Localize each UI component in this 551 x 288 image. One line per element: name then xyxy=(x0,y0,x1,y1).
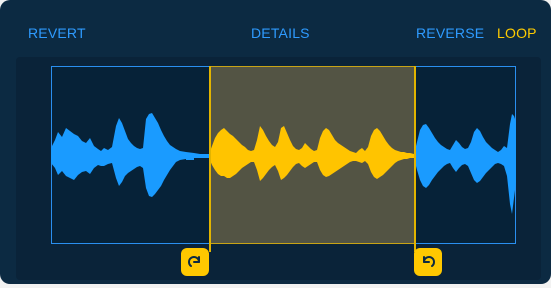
loop-end-handle[interactable] xyxy=(414,248,442,276)
waveform-loop xyxy=(209,126,414,181)
loop-start-arrow-icon xyxy=(188,256,200,267)
waveform-post-loop xyxy=(414,114,516,214)
loop-end-line[interactable] xyxy=(414,66,416,252)
waveform xyxy=(51,113,516,214)
loop-start-line[interactable] xyxy=(209,66,211,252)
waveform-pre-loop xyxy=(51,113,209,197)
loop-end-arrow-icon xyxy=(423,256,435,267)
loop-start-handle[interactable] xyxy=(181,248,209,276)
